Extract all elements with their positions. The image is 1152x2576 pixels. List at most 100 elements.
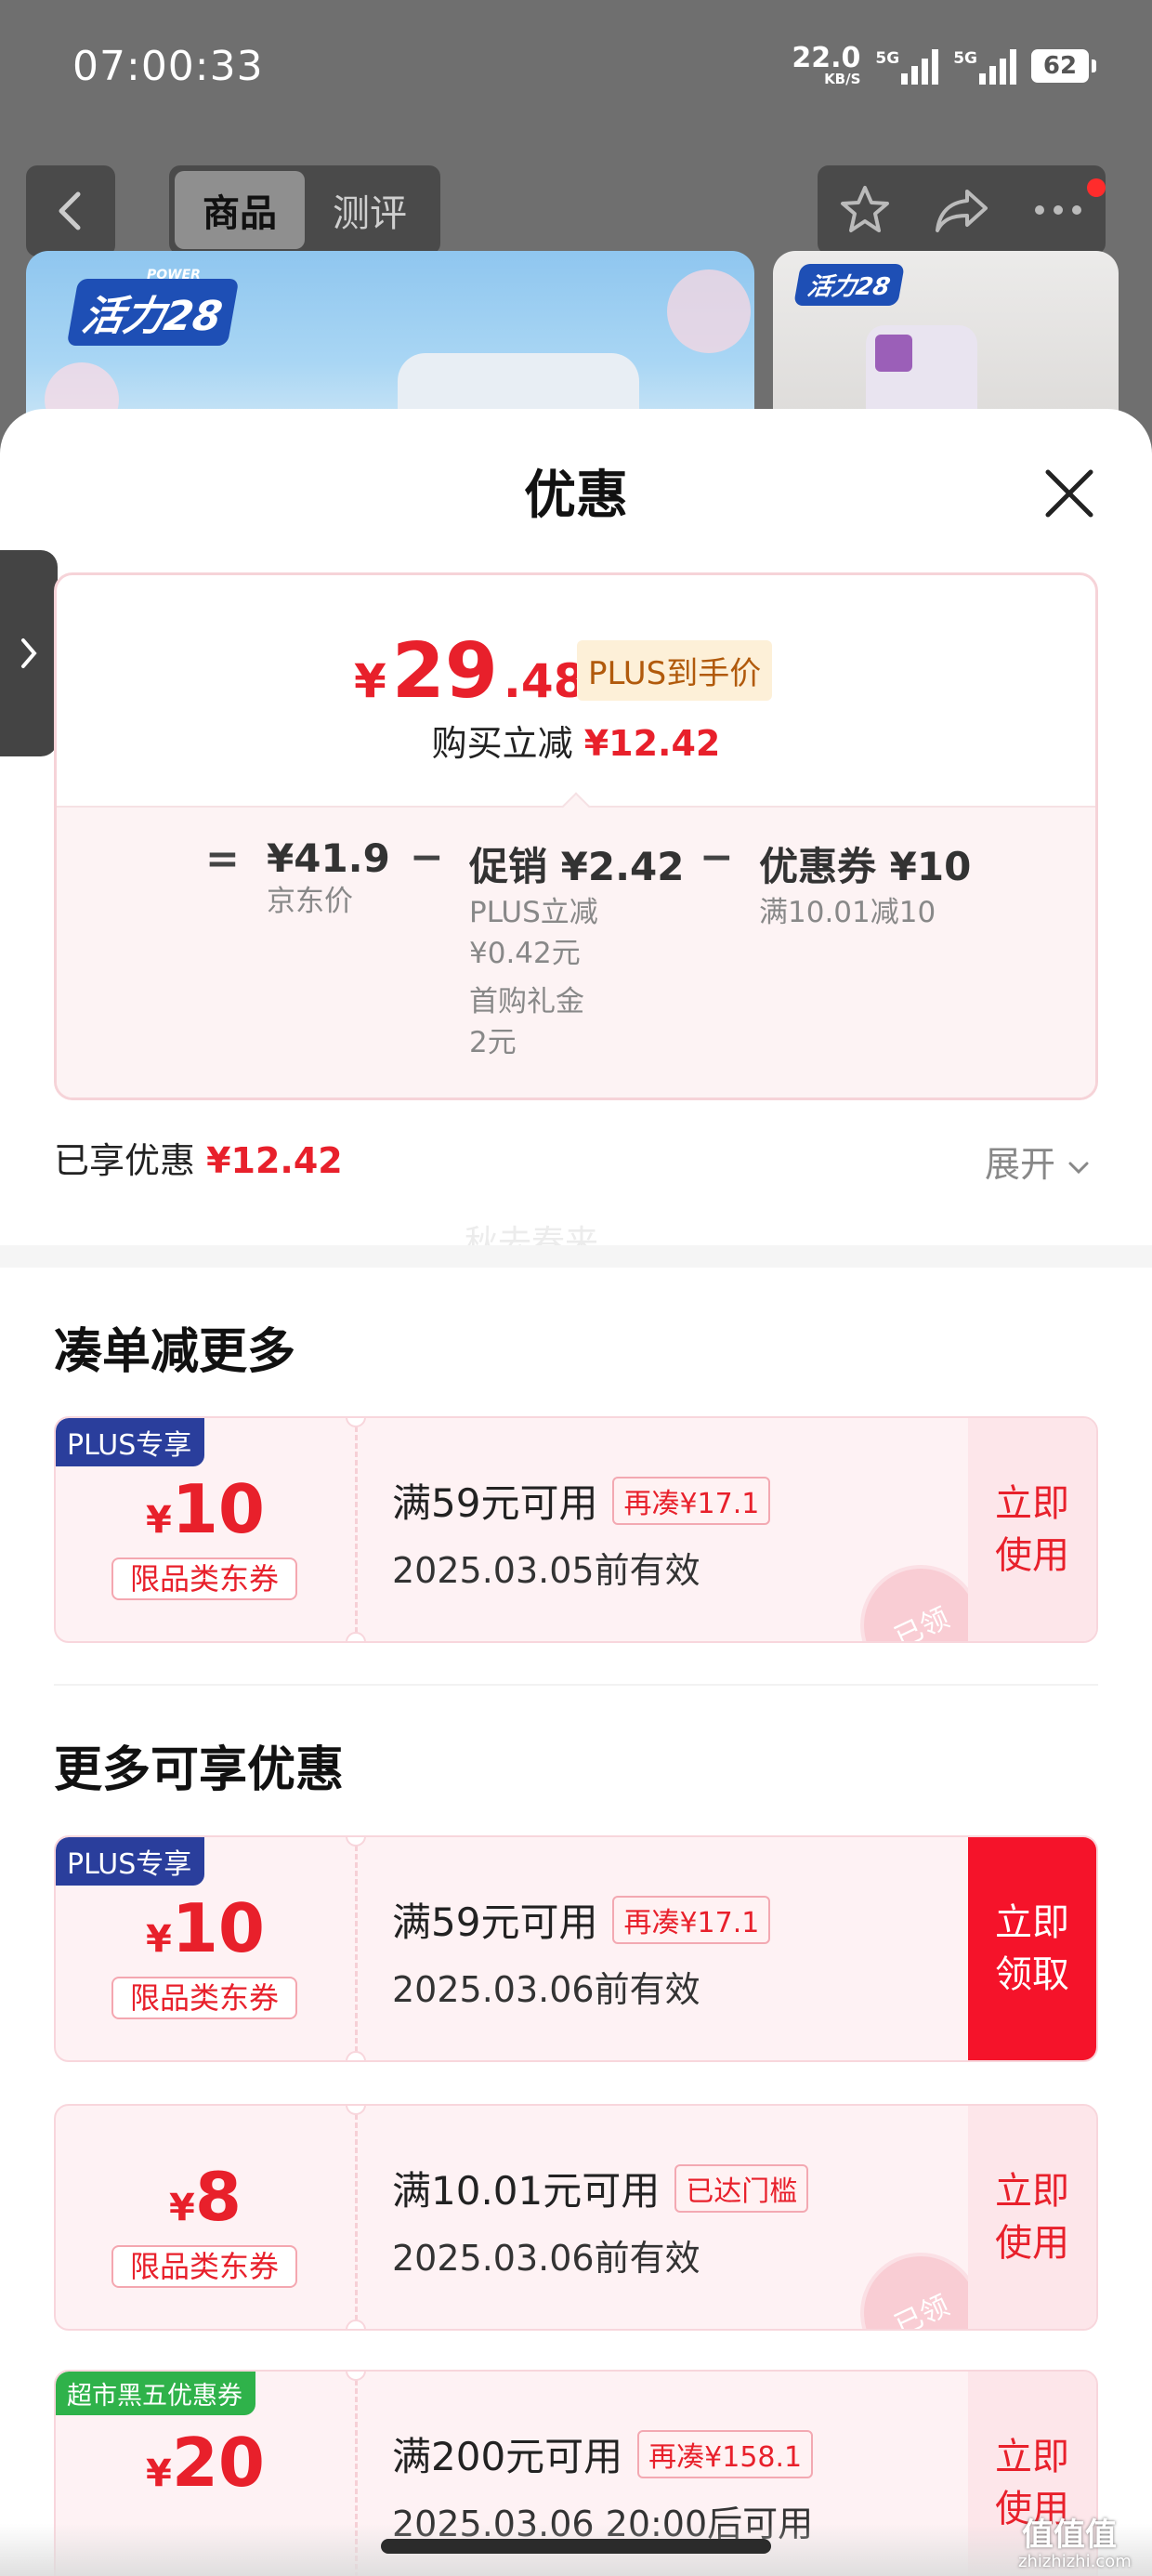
coupon-card: PLUS专享 ¥10 限品类东券 满59元可用 再凑¥17.1 2025.03.0… — [54, 1835, 1098, 2062]
coupon-currency: ¥ — [145, 2452, 172, 2495]
chevron-right-icon — [21, 638, 37, 668]
use-now-button[interactable]: 立即 使用 — [968, 1418, 1096, 1641]
coupon-separator — [355, 1418, 358, 1641]
coupon-block: 优惠券 ¥10 满10.01减10 — [759, 835, 971, 933]
brand-power-text: POWER — [147, 268, 201, 283]
coupon-kind: 限品类东券 — [111, 1557, 297, 1600]
product-tabs: 商品 测评 — [169, 165, 440, 255]
chevron-down-icon — [1068, 1162, 1089, 1175]
corner-watermark-logo: 值值值 — [1022, 2517, 1117, 2554]
coupon-body: 满10.01元可用 已达门槛 2025.03.06前有效 — [392, 2160, 809, 2280]
signal-icon: 5G — [875, 47, 939, 85]
jd-price-value: ¥41.9 — [267, 835, 390, 881]
instant-discount-amount: ¥12.42 — [583, 723, 721, 764]
sim2-label: 5G — [953, 48, 977, 68]
jd-price-label: 京东价 — [267, 885, 353, 918]
net-speed: 22.0 KB/S — [792, 45, 860, 86]
coupon-tag: PLUS专享 — [56, 1418, 205, 1466]
promo-plus-value: ¥0.42元 — [469, 937, 581, 970]
coupon-amount-value: 10 — [171, 1889, 266, 1967]
net-speed-value: 22.0 — [792, 42, 861, 74]
claim-now-button[interactable]: 立即 领取 — [968, 1837, 1096, 2060]
more-icon[interactable] — [1030, 201, 1086, 219]
enjoyed-label: 已享优惠 — [54, 1140, 196, 1181]
coupon-tag: PLUS专享 — [56, 1837, 205, 1886]
coupon-body: 满59元可用 再凑¥17.1 2025.03.05前有效 — [392, 1472, 771, 1593]
coupon-condition: 满200元可用 — [392, 2434, 623, 2479]
star-icon[interactable] — [837, 182, 893, 238]
coupon-validity: 2025.03.06前有效 — [392, 1969, 700, 2010]
brand-logo-text: 活力28 — [805, 273, 893, 301]
coupon-value: PLUS专享 ¥10 限品类东券 — [56, 1837, 355, 2060]
section-divider — [0, 1245, 1152, 1268]
signal-icon: 5G — [953, 47, 1016, 85]
corner-watermark-url: zhizhizhi.com — [1018, 2552, 1132, 2571]
instant-discount-label: 购买立减 — [431, 723, 573, 764]
minus-sign: − — [410, 834, 444, 881]
coupon-pill: 已达门槛 — [674, 2163, 809, 2213]
coupon-title: 优惠券 ¥10 — [759, 844, 972, 889]
net-speed-unit: KB/S — [824, 71, 861, 87]
action-line: 立即 — [995, 1482, 1069, 1525]
section-divider-line — [54, 1684, 1098, 1686]
coupon-validity: 2025.03.05前有效 — [392, 1550, 700, 1591]
coupon-separator — [355, 1837, 358, 2060]
back-button[interactable] — [26, 165, 115, 256]
status-icons: 22.0 KB/S 5G 5G 62 — [792, 45, 1096, 86]
promo-block: 促销 ¥2.42 PLUS立减 ¥0.42元 首购礼金 2元 — [469, 835, 684, 1063]
coupon-amount-value: 10 — [171, 1470, 266, 1548]
action-line: 立即 — [995, 1901, 1069, 1944]
coupon-pill: 再凑¥17.1 — [612, 1476, 771, 1525]
coupon-currency: ¥ — [145, 1499, 172, 1542]
coupon-tag: 超市黑五优惠券 — [56, 2372, 255, 2415]
coupon-amount: ¥10 — [56, 1889, 355, 1967]
promo-plus-label: PLUS立减 — [469, 896, 598, 929]
action-line: 立即 — [995, 2170, 1069, 2213]
notification-dot — [1087, 178, 1106, 197]
action-line: 使用 — [995, 2222, 1069, 2265]
price-currency: ¥ — [354, 654, 386, 708]
coupon-pill: 再凑¥158.1 — [637, 2429, 814, 2478]
coupon-notch — [346, 1632, 366, 1641]
minus-sign: − — [700, 834, 734, 881]
action-line: 使用 — [995, 1534, 1069, 1577]
home-indicator[interactable] — [381, 2539, 771, 2554]
flower-decoration — [667, 269, 751, 353]
coupon-currency: ¥ — [145, 1918, 172, 1961]
side-drawer-handle[interactable] — [0, 550, 58, 756]
section-title-more-offers: 更多可享优惠 — [54, 1742, 345, 1798]
status-time: 07:00:33 — [72, 43, 264, 90]
coupon-condition: 满59元可用 — [392, 1480, 598, 1526]
share-icon[interactable] — [932, 182, 991, 238]
promo-gift-label: 首购礼金 — [469, 985, 584, 1019]
enjoyed-discount: 已享优惠 ¥12.42 — [54, 1132, 343, 1183]
promo-title: 促销 ¥2.42 — [469, 844, 685, 889]
expand-label: 展开 — [985, 1144, 1056, 1185]
plus-price-tag: PLUS到手价 — [577, 640, 773, 701]
equals-sign: = — [205, 835, 240, 883]
price-breakdown: ¥ 29 .48 PLUS到手价 购买立减 ¥12.42 = ¥41.9 京东价… — [54, 572, 1098, 1100]
coupon-currency: ¥ — [169, 2187, 195, 2229]
coupon-notch — [346, 2051, 366, 2060]
tab-review[interactable]: 测评 — [305, 171, 435, 249]
coupon-card: PLUS专享 ¥10 限品类东券 满59元可用 再凑¥17.1 2025.03.0… — [54, 1416, 1098, 1643]
back-icon — [59, 191, 81, 230]
expand-button[interactable]: 展开 — [985, 1136, 1091, 1187]
brand-logo: 活力28 — [66, 279, 240, 346]
price-integer: 29 — [391, 627, 498, 716]
action-line: 立即 — [995, 2436, 1069, 2478]
sim1-label: 5G — [875, 48, 900, 68]
coupon-amount: ¥10 — [56, 1470, 355, 1548]
use-now-button[interactable]: 立即 使用 — [968, 2106, 1096, 2329]
coupon-body: 满59元可用 再凑¥17.1 2025.03.06前有效 — [392, 1891, 771, 2012]
tab-product[interactable]: 商品 — [175, 171, 305, 249]
action-line: 领取 — [995, 1953, 1069, 1996]
sheet-title: 优惠 — [524, 466, 628, 526]
coupon-value: PLUS专享 ¥10 限品类东券 — [56, 1418, 355, 1641]
coupon-condition: 满10.01元可用 — [392, 2168, 661, 2214]
coupon-kind: 限品类东券 — [111, 2245, 297, 2288]
coupon-pill: 再凑¥17.1 — [612, 1895, 771, 1944]
close-icon[interactable] — [1041, 465, 1098, 522]
promo-gift-value: 2元 — [469, 1026, 517, 1059]
coupon-value: ¥8 限品类东券 — [56, 2106, 355, 2329]
